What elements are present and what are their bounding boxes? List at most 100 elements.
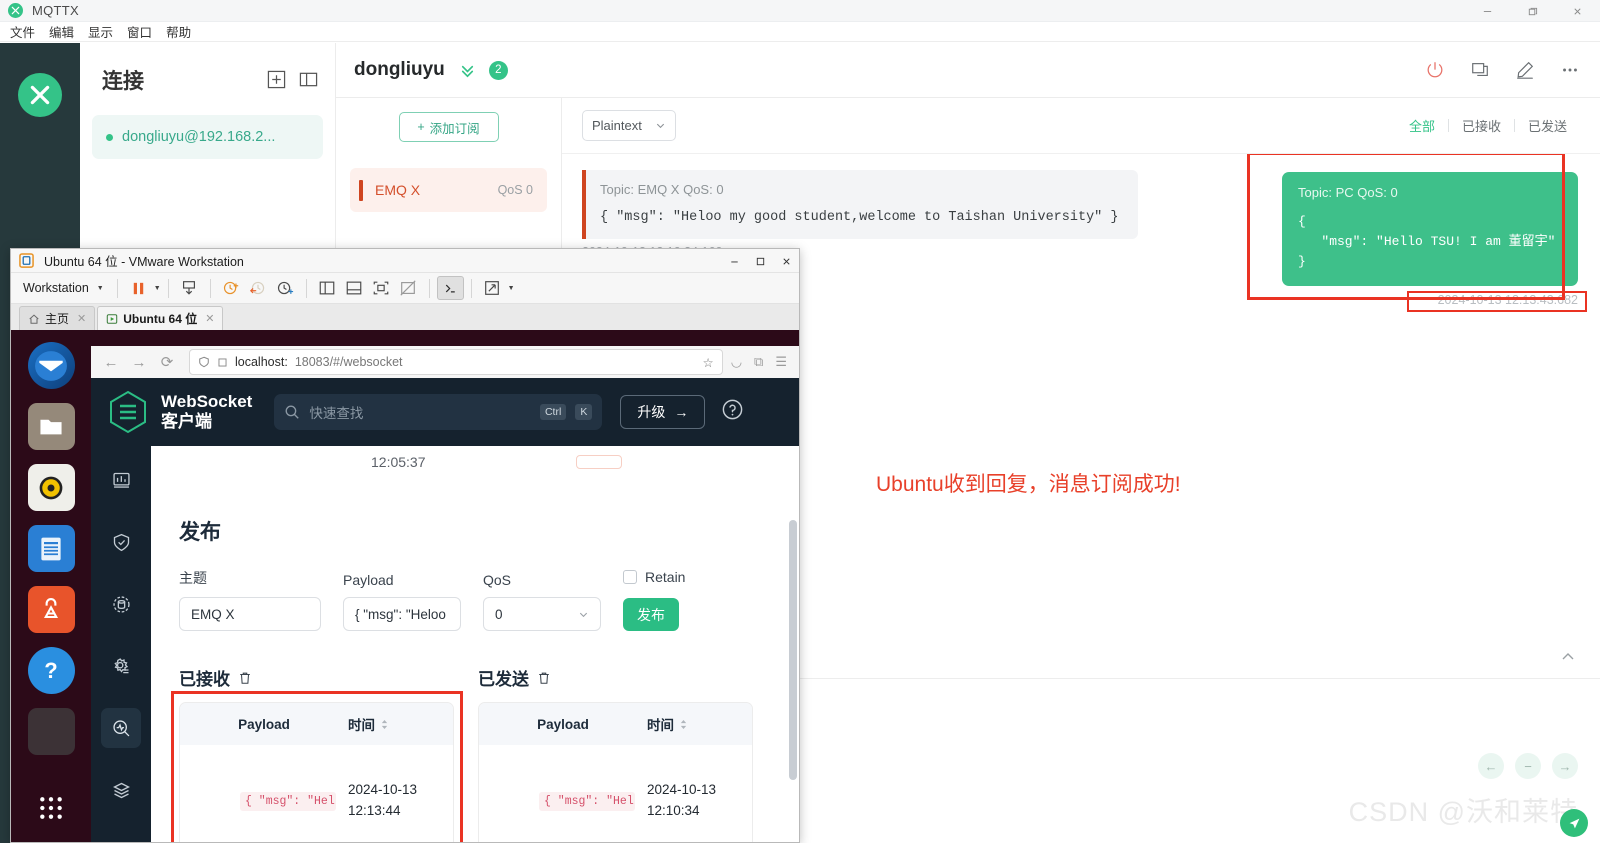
power-icon[interactable]	[1424, 60, 1445, 81]
minimize-icon[interactable]	[721, 249, 747, 273]
more-icon[interactable]	[1559, 60, 1580, 81]
minus-icon[interactable]: −	[1515, 753, 1541, 779]
payload-input[interactable]: { "msg": "Heloo	[343, 597, 461, 631]
send-fab-icon[interactable]	[1560, 809, 1588, 837]
maximize-icon[interactable]	[1510, 0, 1555, 22]
message-count-badge: 2	[488, 60, 508, 80]
sent-bubble[interactable]: Topic: PC QoS: 0 { "msg": "Hello TSU! I …	[1282, 172, 1578, 287]
menu-edit[interactable]: 编辑	[49, 22, 74, 41]
tabs-icon[interactable]: ⧉	[754, 354, 763, 370]
pause-icon[interactable]	[125, 276, 152, 300]
tab-ubuntu[interactable]: Ubuntu 64 位 ✕	[97, 306, 224, 330]
back-icon[interactable]: ←	[97, 354, 125, 371]
subscription-item[interactable]: EMQ X QoS 0	[350, 168, 547, 212]
firefox-toolbar: ← → ⟳ localhost: 18083/#/websocket ☆ ◡ ⧉…	[91, 346, 799, 378]
menu-help[interactable]: 帮助	[166, 22, 191, 41]
publish-form: 主题 EMQ X Payload { "msg": "Heloo QoS 0 R…	[179, 568, 799, 631]
sidebar-item-management[interactable]	[101, 646, 141, 686]
qos-select[interactable]: 0	[483, 597, 601, 631]
upgrade-button[interactable]: 升级 →	[620, 395, 706, 429]
menu-window[interactable]: 窗口	[127, 22, 152, 41]
trash-icon[interactable]	[238, 671, 252, 685]
filter-all[interactable]: 全部	[1396, 116, 1448, 135]
sidebar-item-access-control[interactable]	[101, 522, 141, 562]
terminal-icon[interactable]	[27, 708, 75, 755]
close-icon[interactable]	[1555, 0, 1600, 22]
sidebar-item-diagnose[interactable]	[101, 708, 141, 748]
arrow-left-icon[interactable]: ←	[1478, 753, 1504, 779]
sidebar-item-data-integration[interactable]	[101, 584, 141, 624]
toolbar-divider-4	[305, 278, 307, 298]
filter-received[interactable]: 已接收	[1449, 116, 1514, 135]
copy-icon[interactable]	[1469, 60, 1490, 81]
close-icon[interactable]: ✕	[77, 312, 86, 325]
qos-label: QoS	[483, 572, 512, 588]
sent-col-time[interactable]: 时间	[647, 714, 752, 734]
menu-icon[interactable]: ☰	[775, 354, 787, 370]
payload-format-select[interactable]: Plaintext	[582, 110, 676, 141]
received-col-time-label: 时间	[348, 718, 375, 733]
pause-dropdown-icon[interactable]: ▼	[154, 285, 161, 292]
ubuntu-dock: ?	[11, 330, 91, 842]
console-view-icon[interactable]	[436, 276, 464, 300]
thunderbird-icon[interactable]	[27, 342, 75, 389]
send-ctrl-alt-del-icon[interactable]	[176, 276, 203, 300]
question-circle-icon[interactable]	[721, 398, 744, 426]
full-screen-icon[interactable]	[368, 276, 395, 300]
emqx-body: 12:05:37 发布 主题 EMQ X Payload { "msg": "H…	[91, 446, 799, 842]
rhythmbox-icon[interactable]	[27, 464, 75, 511]
payload-chip: { "msg": "Hel	[539, 791, 635, 811]
unity-mode-icon[interactable]	[395, 276, 422, 300]
account-icon[interactable]: ◡	[731, 354, 742, 370]
menu-file[interactable]: 文件	[10, 22, 35, 41]
edit-icon[interactable]	[1514, 60, 1535, 81]
mqttx-window-title: MQTTX	[32, 3, 79, 18]
revert-snapshot-icon[interactable]	[245, 276, 272, 300]
show-thumbnails-icon[interactable]	[341, 276, 368, 300]
received-bubble[interactable]: Topic: EMQ X QoS: 0 { "msg": "Heloo my g…	[582, 170, 1138, 239]
received-col-time[interactable]: 时间	[348, 714, 453, 734]
ubuntu-software-icon[interactable]	[27, 586, 75, 633]
collapse-chevron-icon[interactable]	[1560, 649, 1576, 670]
publish-button[interactable]: 发布	[623, 598, 679, 631]
vmware-titlebar: Ubuntu 64 位 - VMware Workstation	[11, 249, 799, 273]
tab-home[interactable]: 主页 ✕	[19, 306, 96, 330]
sidebar-item-extensions[interactable]	[101, 770, 141, 810]
scrollbar-thumb[interactable]	[789, 520, 797, 780]
workstation-menu-button[interactable]: Workstation ▼	[17, 281, 110, 295]
page-scrollbar[interactable]	[789, 498, 797, 832]
menu-view[interactable]: 显示	[88, 22, 113, 41]
files-icon[interactable]	[27, 403, 75, 450]
forward-icon[interactable]: →	[125, 354, 153, 371]
trash-icon[interactable]	[537, 671, 551, 685]
address-bar[interactable]: localhost: 18083/#/websocket ☆	[189, 349, 723, 375]
filter-sent[interactable]: 已发送	[1515, 116, 1580, 135]
add-subscription-button[interactable]: + 添加订阅	[398, 112, 499, 142]
retain-checkbox-row[interactable]: Retain	[623, 569, 685, 585]
stretch-icon[interactable]	[479, 276, 506, 300]
sidebar-item-dashboard[interactable]	[101, 460, 141, 500]
snapshot-icon[interactable]	[218, 276, 245, 300]
close-icon[interactable]: ✕	[205, 312, 214, 325]
show-library-icon[interactable]	[314, 276, 341, 300]
minimize-icon[interactable]	[1465, 0, 1510, 22]
show-applications-icon[interactable]	[38, 795, 64, 826]
topic-input[interactable]: EMQ X	[179, 597, 321, 631]
retain-checkbox[interactable]	[623, 570, 637, 584]
reload-icon[interactable]: ⟳	[153, 353, 181, 371]
snapshot-manager-icon[interactable]	[272, 276, 299, 300]
close-icon[interactable]	[773, 249, 799, 273]
new-connection-icon[interactable]	[267, 70, 287, 90]
help-icon[interactable]: ?	[27, 647, 75, 694]
connection-item[interactable]: dongliuyu@192.168.2...	[92, 115, 323, 159]
bookmark-icon[interactable]: ☆	[702, 355, 713, 370]
chevron-double-down-icon[interactable]	[458, 61, 477, 80]
quick-search-input[interactable]: 快速查找 Ctrl K	[274, 394, 603, 430]
toggle-panel-icon[interactable]	[299, 70, 319, 90]
libreoffice-writer-icon[interactable]	[27, 525, 75, 572]
stretch-dropdown-icon[interactable]: ▼	[508, 285, 515, 292]
toolbar-divider-2	[167, 278, 169, 298]
qos-field-group: QoS 0	[483, 572, 601, 631]
maximize-icon[interactable]	[747, 249, 773, 273]
arrow-right-icon[interactable]: →	[1552, 753, 1578, 779]
